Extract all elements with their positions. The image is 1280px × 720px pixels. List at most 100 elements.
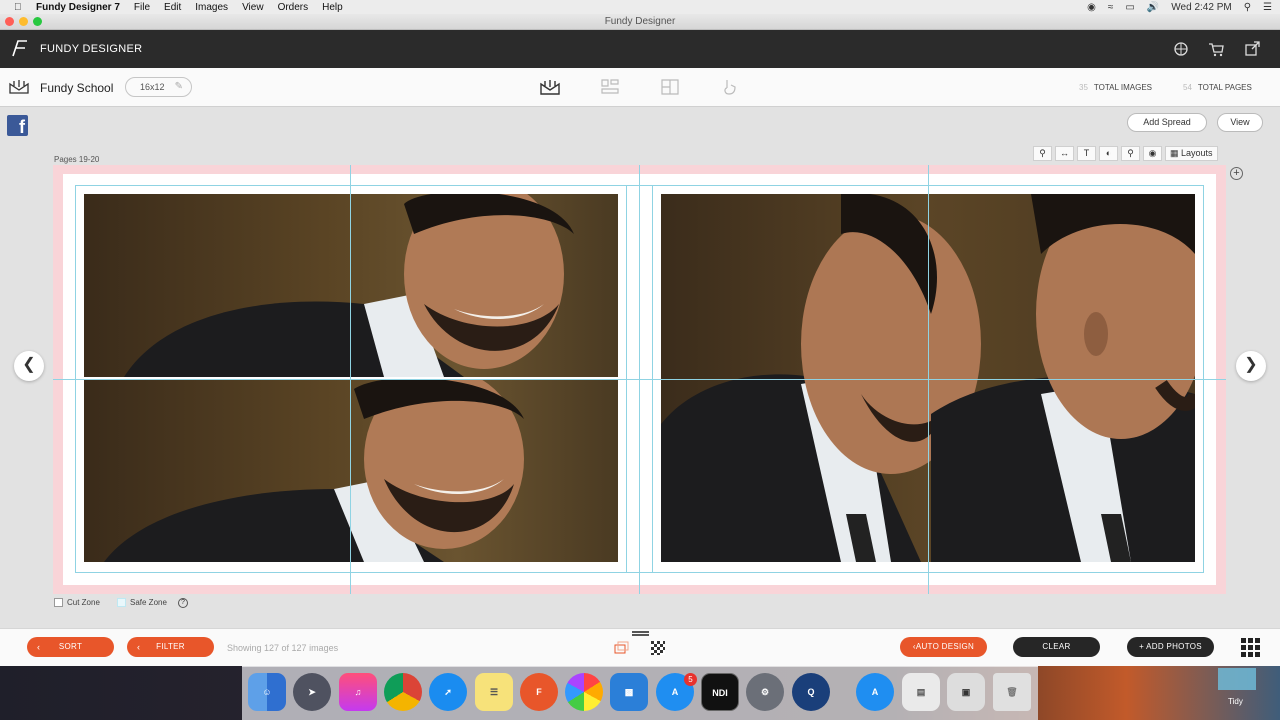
itunes-icon[interactable]: ♫ bbox=[339, 673, 377, 711]
spread-tools: ⚲ ↔ T ◐ ⚲ ◉ ▦ Layouts bbox=[1033, 146, 1218, 161]
total-pages-count: 54 bbox=[1183, 83, 1192, 92]
chevron-left-icon: ‹ bbox=[137, 642, 141, 652]
album-spread[interactable] bbox=[53, 165, 1226, 594]
app-store-badge: 5 bbox=[684, 673, 697, 686]
record-icon[interactable]: ◉ bbox=[1087, 2, 1096, 13]
layouts-label: Layouts bbox=[1181, 148, 1213, 158]
add-photos-button[interactable]: + ADD PHOTOS bbox=[1127, 637, 1214, 657]
album-size-button[interactable]: 16x12 ✎ bbox=[125, 77, 192, 97]
auto-design-label: AUTO DESIGN bbox=[915, 642, 975, 651]
menu-edit[interactable]: Edit bbox=[164, 2, 181, 13]
color-icon[interactable]: ◐ bbox=[1099, 146, 1118, 161]
macos-menubar:  Fundy Designer 7 File Edit Images View… bbox=[0, 0, 1280, 14]
wifi-icon[interactable]: ≈ bbox=[1108, 2, 1114, 13]
photo-frame-top-left[interactable] bbox=[84, 194, 618, 377]
guide-line bbox=[75, 185, 1204, 186]
sort-button[interactable]: ‹ SORT bbox=[27, 637, 114, 657]
app-name: FUNDY DESIGNER bbox=[40, 43, 143, 55]
view-button[interactable]: View bbox=[1217, 113, 1263, 132]
photo-frame-bottom-left[interactable] bbox=[84, 379, 618, 562]
pages-label: Pages 19-20 bbox=[54, 155, 100, 164]
menu-app[interactable]: Fundy Designer 7 bbox=[36, 2, 120, 13]
menu-file[interactable]: File bbox=[134, 2, 150, 13]
finder-icon[interactable]: ☺ bbox=[248, 673, 286, 711]
tidy-thumbnail[interactable] bbox=[1218, 668, 1256, 690]
chrome-icon[interactable] bbox=[384, 673, 422, 711]
add-spread-button[interactable]: Add Spread bbox=[1127, 113, 1207, 132]
keynote-icon[interactable]: ▩ bbox=[610, 673, 648, 711]
downloads-stack-icon[interactable]: ▣ bbox=[947, 673, 985, 711]
help-globe-icon[interactable] bbox=[1172, 40, 1190, 58]
project-toolbar: Fundy School 16x12 ✎ 35 TOTAL IMAGES 54 TO… bbox=[0, 68, 1280, 107]
export-icon[interactable] bbox=[1243, 40, 1261, 58]
facebook-icon[interactable]: f bbox=[7, 115, 28, 137]
tab-album-designer[interactable] bbox=[540, 78, 560, 96]
portrait-photo-2 bbox=[104, 379, 524, 562]
layouts-button[interactable]: ▦ Layouts bbox=[1165, 146, 1218, 161]
cart-icon[interactable] bbox=[1207, 40, 1225, 58]
project-name[interactable]: Fundy School bbox=[40, 81, 113, 95]
menu-images[interactable]: Images bbox=[195, 2, 228, 13]
filter-label: FILTER bbox=[156, 642, 185, 651]
image-count-status: Showing 127 of 127 images bbox=[227, 643, 339, 653]
auto-design-button[interactable]: ‹AUTO DESIGN bbox=[900, 637, 987, 657]
total-images-count: 35 bbox=[1079, 83, 1088, 92]
window-titlebar: Fundy Designer bbox=[0, 14, 1280, 30]
checkerboard-icon[interactable] bbox=[651, 641, 665, 655]
guide-line bbox=[75, 572, 1204, 573]
menu-help[interactable]: Help bbox=[322, 2, 343, 13]
text-tool-icon[interactable]: T bbox=[1077, 146, 1096, 161]
photos-icon[interactable] bbox=[565, 673, 603, 711]
tab-wall-designer[interactable] bbox=[600, 78, 620, 96]
system-preferences-icon[interactable]: ⚙ bbox=[746, 673, 784, 711]
app-header: FUNDY DESIGNER bbox=[0, 30, 1280, 68]
portrait-photo-1 bbox=[124, 194, 574, 377]
app-store-folder-icon[interactable]: A bbox=[856, 673, 894, 711]
zoom-icon[interactable]: ⚲ bbox=[1033, 146, 1052, 161]
previous-spread-button[interactable]: ❮ bbox=[14, 351, 44, 381]
add-circle-icon[interactable]: + bbox=[1230, 167, 1243, 180]
drag-handle-icon[interactable] bbox=[632, 631, 649, 633]
tab-proofing[interactable] bbox=[720, 78, 740, 96]
trash-icon[interactable]: 🗑 bbox=[993, 673, 1031, 711]
fundy-dock-icon[interactable]: F bbox=[520, 673, 558, 711]
apple-icon[interactable]:  bbox=[14, 2, 26, 13]
cut-zone-toggle[interactable]: Cut Zone bbox=[54, 598, 100, 607]
spotlight-icon[interactable]: ⚲ bbox=[1244, 2, 1251, 13]
launchpad-icon[interactable]: ➤ bbox=[293, 673, 331, 711]
album-icon bbox=[9, 80, 29, 94]
filter-button[interactable]: ‹ FILTER bbox=[127, 637, 214, 657]
clear-button[interactable]: CLEAR bbox=[1013, 637, 1100, 657]
notification-center-icon[interactable]: ☰ bbox=[1263, 2, 1272, 13]
safari-icon[interactable]: ➚ bbox=[429, 673, 467, 711]
pencil-icon: ✎ bbox=[174, 81, 183, 92]
safe-zone-toggle[interactable]: Safe Zone bbox=[117, 598, 167, 607]
next-spread-button[interactable]: ❯ bbox=[1236, 351, 1266, 381]
window-title: Fundy Designer bbox=[604, 16, 676, 27]
airplay-icon[interactable]: ▭ bbox=[1125, 2, 1134, 13]
ndi-icon[interactable]: NDI bbox=[701, 673, 739, 711]
help-icon[interactable]: ? bbox=[178, 598, 188, 608]
cut-zone-label: Cut Zone bbox=[67, 598, 100, 607]
eyedropper-icon[interactable]: ⚲ bbox=[1121, 146, 1140, 161]
cut-zone-checkbox[interactable] bbox=[54, 598, 63, 607]
documents-folder-icon[interactable]: ▤ bbox=[902, 673, 940, 711]
menu-view[interactable]: View bbox=[242, 2, 264, 13]
tidy-label: Tidy bbox=[1228, 697, 1243, 706]
resize-width-icon[interactable]: ↔ bbox=[1055, 146, 1074, 161]
menubar-clock[interactable]: Wed 2:42 PM bbox=[1171, 2, 1231, 13]
volume-icon[interactable]: 🔊 bbox=[1147, 2, 1159, 13]
total-pages-label: TOTAL PAGES bbox=[1197, 83, 1252, 92]
sort-label: SORT bbox=[58, 642, 83, 651]
quicktime-icon[interactable]: Q bbox=[792, 673, 830, 711]
stack-photos-icon[interactable] bbox=[614, 641, 630, 655]
menu-orders[interactable]: Orders bbox=[278, 2, 309, 13]
safe-zone-checkbox[interactable] bbox=[117, 598, 126, 607]
notes-icon[interactable]: ☰ bbox=[475, 673, 513, 711]
image-bar: ‹ SORT ‹ FILTER Showing 127 of 127 image… bbox=[0, 628, 1280, 666]
fundy-logo-icon bbox=[12, 40, 27, 57]
design-workspace: f Add Spread View Pages 19-20 ⚲ ↔ T ◐ ⚲ … bbox=[0, 107, 1280, 628]
tab-card-designer[interactable] bbox=[660, 78, 680, 96]
grid-view-icon[interactable] bbox=[1241, 638, 1260, 657]
eye-icon[interactable]: ◉ bbox=[1143, 146, 1162, 161]
